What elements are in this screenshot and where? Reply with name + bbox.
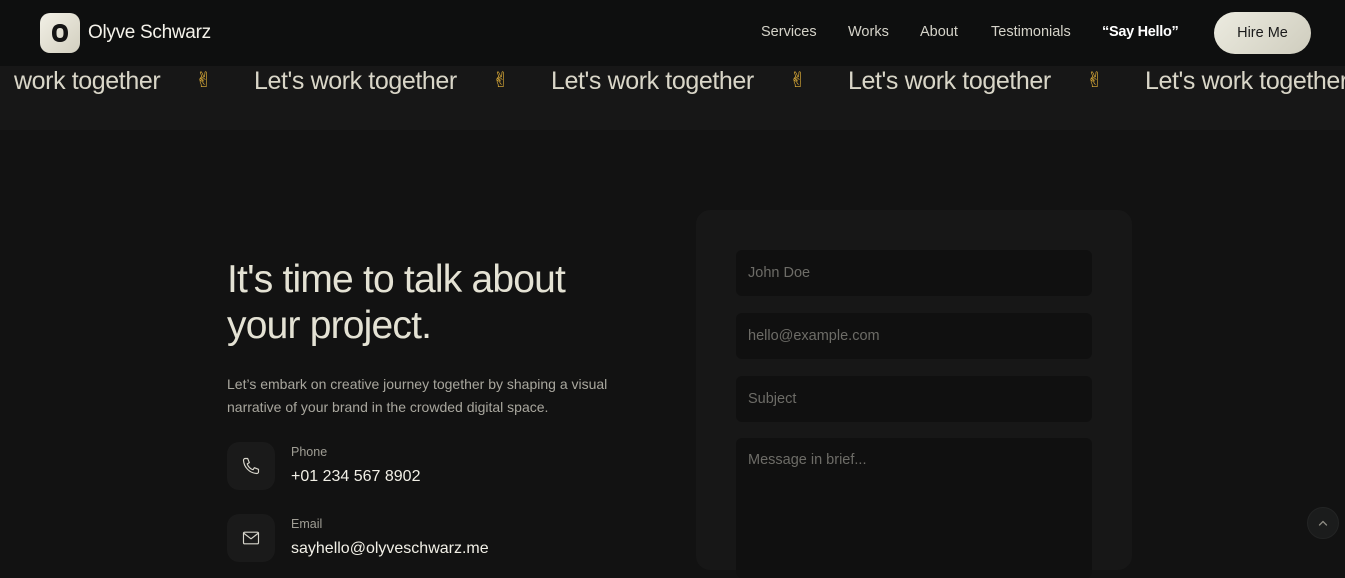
marquee-item: Let's work together: [254, 67, 457, 95]
heading-line: It's time to talk about: [227, 258, 566, 301]
marquee-item: Let's work together: [848, 67, 1051, 95]
marquee-item: Let's work together: [551, 67, 754, 95]
brand-name: Olyve Schwarz: [88, 22, 211, 43]
email-label: Email: [291, 517, 323, 531]
nav-link-works[interactable]: Works: [848, 24, 889, 40]
email-input[interactable]: [736, 313, 1092, 359]
heading-line: your project.: [227, 304, 432, 347]
mail-icon: [227, 514, 275, 562]
peace-emoji-icon: ✌: [789, 69, 807, 92]
nav-link-about[interactable]: About: [920, 24, 958, 40]
phone-value[interactable]: +01 234 567 8902: [291, 468, 420, 486]
marquee-item: work together: [14, 67, 161, 95]
hire-me-button[interactable]: Hire Me: [1214, 12, 1311, 54]
message-input[interactable]: [736, 438, 1092, 578]
nav-link-services[interactable]: Services: [761, 24, 817, 40]
name-input[interactable]: [736, 250, 1092, 296]
email-value[interactable]: sayhello@olyveschwarz.me: [291, 540, 489, 558]
logo-icon[interactable]: [40, 13, 80, 53]
chevron-up-icon: [1318, 520, 1328, 526]
peace-emoji-icon: ✌: [492, 69, 510, 92]
marquee-track: work together ✌ Let's work together ✌ Le…: [0, 66, 1345, 96]
nav-link-say-hello[interactable]: “Say Hello”: [1102, 24, 1179, 40]
nav-link-testimonials[interactable]: Testimonials: [991, 24, 1071, 40]
peace-emoji-icon: ✌: [1086, 69, 1104, 92]
marquee-item: Let's work together: [1145, 67, 1345, 95]
contact-description: Let’s embark on creative journey togethe…: [227, 376, 608, 415]
phone-label: Phone: [291, 445, 328, 459]
scroll-top-button[interactable]: [1307, 507, 1339, 539]
site-header: Olyve Schwarz Services Works About Testi…: [0, 0, 1345, 66]
phone-icon: [227, 442, 275, 490]
brand[interactable]: Olyve Schwarz: [40, 13, 211, 53]
peace-emoji-icon: ✌: [195, 69, 213, 92]
subject-input[interactable]: [736, 376, 1092, 422]
contact-form: [696, 210, 1132, 578]
contact-heading: It's time to talk about your project.: [227, 257, 647, 349]
marquee-banner: work together ✌ Let's work together ✌ Le…: [0, 66, 1345, 130]
